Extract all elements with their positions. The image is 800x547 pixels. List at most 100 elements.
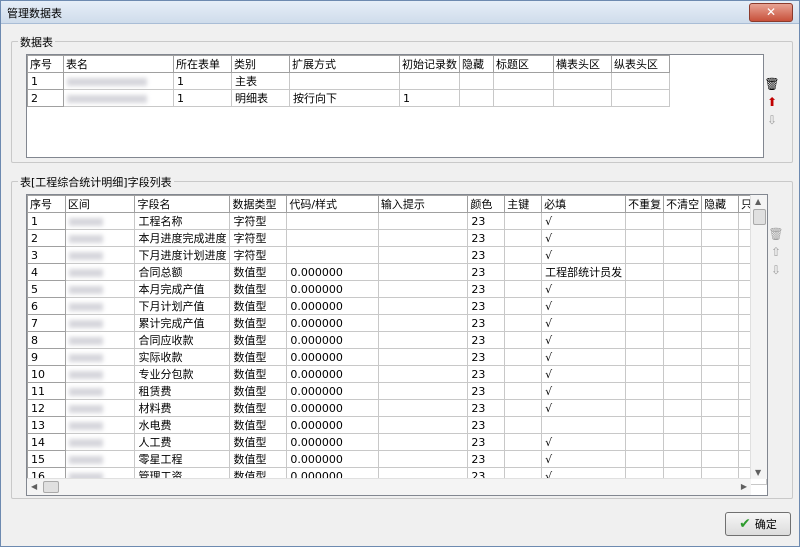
empty-cell[interactable] — [663, 416, 703, 434]
range-cell[interactable] — [64, 280, 136, 298]
field-name-cell[interactable]: 下月进度计划进度 — [134, 246, 231, 264]
required-cell[interactable]: √ — [541, 382, 627, 400]
color-cell[interactable]: 23 — [467, 416, 506, 434]
field-name-cell[interactable]: 零星工程 — [134, 450, 231, 468]
column-header[interactable]: 代码/样式 — [286, 195, 379, 213]
move-down-icon[interactable]: ⇩ — [768, 262, 784, 278]
field-row[interactable]: 10 专业分包款 数值型 0.000000 23 √ — [27, 365, 767, 383]
column-header[interactable]: 所在表单 — [173, 55, 232, 73]
empty-cell[interactable] — [663, 382, 703, 400]
empty-cell[interactable] — [663, 229, 703, 247]
required-cell[interactable]: √ — [541, 348, 627, 366]
data-type-cell[interactable]: 数值型 — [229, 280, 288, 298]
empty-cell[interactable] — [663, 365, 703, 383]
column-header[interactable]: 隐藏 — [459, 55, 494, 73]
color-cell[interactable]: 23 — [467, 450, 506, 468]
primary-key-cell[interactable] — [504, 416, 543, 434]
input-hint-cell[interactable] — [377, 246, 469, 264]
field-row[interactable]: 9 实际收款 数值型 0.000000 23 √ — [27, 348, 767, 366]
required-cell[interactable]: √ — [541, 280, 627, 298]
input-hint-cell[interactable] — [377, 280, 469, 298]
data-type-cell[interactable]: 数值型 — [229, 331, 288, 349]
empty-cell[interactable] — [663, 212, 703, 230]
init-count-cell[interactable]: 1 — [399, 89, 460, 107]
color-cell[interactable]: 23 — [467, 365, 506, 383]
move-up-icon[interactable]: ⇧ — [768, 244, 784, 260]
code-style-cell[interactable]: 0.000000 — [286, 450, 379, 468]
column-header[interactable]: 颜色 — [467, 195, 506, 213]
empty-cell[interactable] — [701, 331, 739, 349]
primary-key-cell[interactable] — [504, 365, 543, 383]
color-cell[interactable]: 23 — [467, 433, 506, 451]
input-hint-cell[interactable] — [377, 450, 469, 468]
data-type-cell[interactable]: 数值型 — [229, 382, 288, 400]
required-cell[interactable]: √ — [541, 246, 627, 264]
vertical-scroll-thumb[interactable] — [753, 209, 766, 225]
scroll-left-arrow[interactable]: ◀ — [31, 482, 37, 491]
code-style-cell[interactable]: 0.000000 — [286, 263, 379, 281]
field-name-cell[interactable]: 合同应收款 — [134, 331, 231, 349]
column-header[interactable]: 不重复 — [625, 195, 665, 213]
empty-cell[interactable] — [701, 365, 739, 383]
color-cell[interactable]: 23 — [467, 246, 506, 264]
range-cell[interactable] — [64, 382, 136, 400]
move-up-icon[interactable]: ⬆ — [764, 94, 780, 110]
data-type-cell[interactable]: 数值型 — [229, 416, 288, 434]
empty-cell[interactable] — [625, 348, 665, 366]
required-cell[interactable]: √ — [541, 297, 627, 315]
empty-cell[interactable] — [701, 348, 739, 366]
code-style-cell[interactable]: 0.000000 — [286, 297, 379, 315]
column-header[interactable]: 隐藏 — [701, 195, 739, 213]
input-hint-cell[interactable] — [377, 297, 469, 315]
required-cell[interactable]: √ — [541, 433, 627, 451]
field-name-cell[interactable]: 人工费 — [134, 433, 231, 451]
empty-cell[interactable] — [459, 89, 494, 107]
category-cell[interactable]: 主表 — [231, 72, 290, 90]
required-cell[interactable]: √ — [541, 399, 627, 417]
scroll-up-arrow[interactable]: ▲ — [755, 197, 761, 206]
color-cell[interactable]: 23 — [467, 229, 506, 247]
empty-cell[interactable] — [625, 365, 665, 383]
field-row[interactable]: 6 下月计划产值 数值型 0.000000 23 √ — [27, 297, 767, 315]
required-cell[interactable]: √ — [541, 229, 627, 247]
color-cell[interactable]: 23 — [467, 212, 506, 230]
primary-key-cell[interactable] — [504, 348, 543, 366]
field-name-cell[interactable]: 实际收款 — [134, 348, 231, 366]
data-type-cell[interactable]: 字符型 — [229, 246, 288, 264]
range-cell[interactable] — [64, 433, 136, 451]
column-header[interactable]: 纵表头区 — [611, 55, 670, 73]
code-style-cell[interactable] — [286, 229, 379, 247]
code-style-cell[interactable]: 0.000000 — [286, 433, 379, 451]
code-style-cell[interactable]: 0.000000 — [286, 382, 379, 400]
empty-cell[interactable] — [625, 433, 665, 451]
data-type-cell[interactable]: 数值型 — [229, 348, 288, 366]
empty-cell[interactable] — [625, 297, 665, 315]
table-name-cell[interactable] — [63, 72, 174, 90]
empty-cell[interactable] — [625, 314, 665, 332]
column-header[interactable]: 必填 — [541, 195, 627, 213]
input-hint-cell[interactable] — [377, 416, 469, 434]
field-name-cell[interactable]: 下月计划产值 — [134, 297, 231, 315]
color-cell[interactable]: 23 — [467, 331, 506, 349]
required-cell[interactable]: √ — [541, 331, 627, 349]
column-header[interactable]: 字段名 — [134, 195, 231, 213]
fields-vertical-scrollbar[interactable]: ▲ ▼ — [750, 195, 767, 479]
table-row[interactable]: 1 1 主表 — [27, 72, 670, 90]
field-row[interactable]: 2 本月进度完成进度 字符型 23 √ — [27, 229, 767, 247]
primary-key-cell[interactable] — [504, 314, 543, 332]
expand-cell[interactable]: 按行向下 — [289, 89, 400, 107]
data-type-cell[interactable]: 数值型 — [229, 450, 288, 468]
field-row[interactable]: 3 下月进度计划进度 字符型 23 √ — [27, 246, 767, 264]
empty-cell[interactable] — [625, 416, 665, 434]
column-header[interactable]: 输入提示 — [377, 195, 469, 213]
field-name-cell[interactable]: 水电费 — [134, 416, 231, 434]
column-header[interactable]: 不清空 — [663, 195, 703, 213]
trash-icon[interactable]: 🗑 — [764, 76, 780, 92]
primary-key-cell[interactable] — [504, 229, 543, 247]
empty-cell[interactable] — [663, 246, 703, 264]
field-name-cell[interactable]: 工程名称 — [134, 212, 231, 230]
form-cell[interactable]: 1 — [173, 89, 232, 107]
code-style-cell[interactable] — [286, 212, 379, 230]
empty-cell[interactable] — [701, 314, 739, 332]
empty-cell[interactable] — [625, 280, 665, 298]
